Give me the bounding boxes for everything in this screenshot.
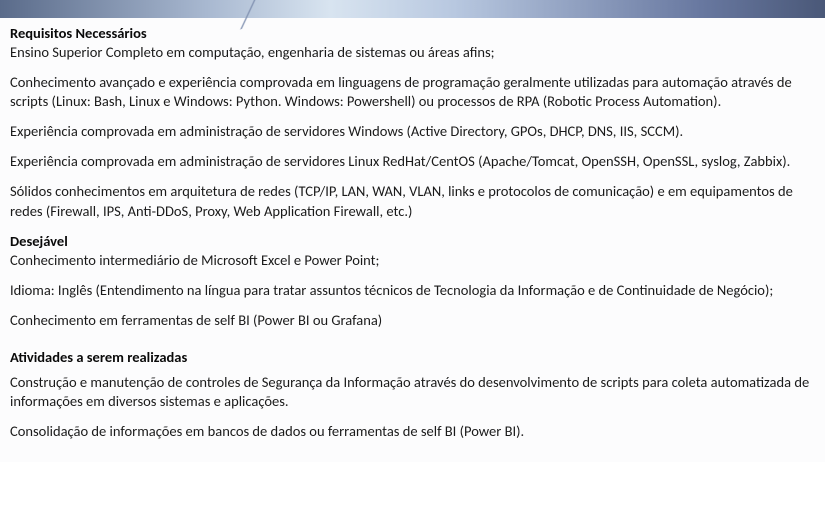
- required-heading: Requisitos Necessários: [10, 24, 815, 43]
- activities-item: Consolidação de informações em bancos de…: [10, 422, 815, 441]
- top-banner: [0, 0, 825, 18]
- desirable-item: Conhecimento em ferramentas de self BI (…: [10, 311, 815, 330]
- required-item: Experiência comprovada em administração …: [10, 152, 815, 171]
- required-item: Conhecimento avançado e experiência comp…: [10, 73, 815, 111]
- activities-heading: Atividades a serem realizadas: [10, 348, 815, 367]
- activities-item: Construção e manutenção de controles de …: [10, 373, 815, 411]
- desirable-item: Idioma: Inglês (Entendimento na língua p…: [10, 281, 815, 300]
- required-item: Experiência comprovada em administração …: [10, 122, 815, 141]
- desirable-item: Conhecimento intermediário de Microsoft …: [10, 251, 815, 270]
- desirable-heading: Desejável: [10, 232, 815, 251]
- required-item: Sólidos conhecimentos em arquitetura de …: [10, 182, 815, 220]
- document-content: Requisitos Necessários Ensino Superior C…: [0, 18, 825, 462]
- required-item: Ensino Superior Completo em computação, …: [10, 43, 815, 62]
